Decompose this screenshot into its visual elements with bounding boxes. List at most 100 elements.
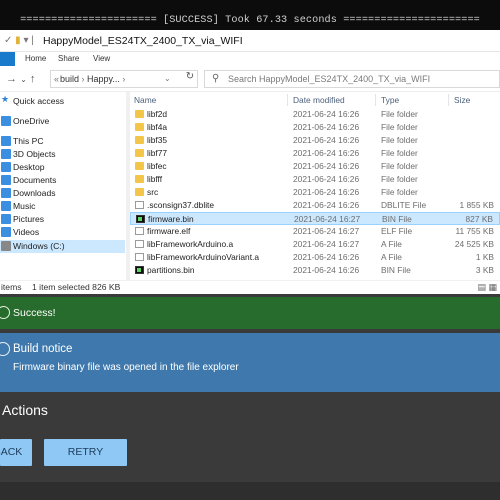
folder-icon	[135, 175, 144, 183]
nav-item[interactable]: OneDrive	[0, 115, 125, 128]
nav-item[interactable]: 3D Objects	[0, 148, 125, 161]
nav-item[interactable]: Desktop	[0, 161, 125, 174]
ribbon-tabs: Home Share View	[0, 52, 500, 66]
column-header-size[interactable]: Size	[454, 95, 470, 105]
check-icon[interactable]: ✓	[4, 35, 12, 46]
file-size: 1 KB	[475, 252, 494, 262]
drive-icon	[1, 241, 11, 251]
file-type: File folder	[381, 174, 418, 184]
breadcrumb-separator-icon: ›	[122, 74, 126, 84]
file-name: libFrameworkArduino.a	[147, 239, 234, 249]
folder-icon	[135, 123, 144, 131]
overflow-icon[interactable]: «	[54, 74, 59, 84]
back-button-label: BACK	[0, 446, 23, 458]
file-explorer-window: ✓ ▮ ▾ | HappyModel_ES24TX_2400_TX_via_WI…	[0, 30, 500, 294]
nav-item-label: Documents	[13, 175, 57, 185]
search-placeholder: Search HappyModel_ES24TX_2400_TX_via_WIF…	[228, 74, 431, 84]
explorer-titlebar: ✓ ▮ ▾ | HappyModel_ES24TX_2400_TX_via_WI…	[0, 30, 500, 52]
search-input[interactable]: ⚲ Search HappyModel_ES24TX_2400_TX_via_W…	[204, 70, 500, 88]
file-date: 2021-06-24 16:27	[294, 214, 361, 224]
file-name: libf4a	[147, 122, 168, 132]
quick-access-toolbar[interactable]: ✓ ▮ ▾ |	[4, 35, 34, 46]
build-result-line: ====================== [SUCCESS] Took 67…	[20, 15, 480, 26]
file-size: 24 525 KB	[454, 239, 494, 249]
folder-icon	[135, 149, 144, 157]
column-header-date[interactable]: Date modified	[293, 95, 345, 105]
nav-item[interactable]: ★ Quick access	[0, 94, 125, 108]
file-row[interactable]: libfec 2021-06-24 16:26 File folder	[130, 160, 500, 173]
file-size: 3 KB	[475, 265, 494, 275]
file-type: File folder	[381, 148, 418, 158]
nav-item[interactable]: Downloads	[0, 187, 125, 200]
file-row[interactable]: libf77 2021-06-24 16:26 File folder	[130, 147, 500, 160]
file-date: 2021-06-24 16:26	[293, 252, 360, 262]
file-row[interactable]: libf4a 2021-06-24 16:26 File folder	[130, 121, 500, 134]
column-header-name[interactable]: Name	[134, 95, 156, 105]
nav-item[interactable]: Videos	[0, 226, 125, 239]
tab-home[interactable]: Home	[25, 54, 46, 63]
address-bar[interactable]: « build › Happy... › ⌄	[50, 70, 198, 88]
chevron-down-icon[interactable]: ⌄	[20, 75, 27, 84]
column-divider[interactable]	[375, 94, 376, 106]
chevron-down-icon[interactable]: ▾	[23, 35, 28, 46]
file-row[interactable]: libfff 2021-06-24 16:26 File folder	[130, 173, 500, 186]
nav-item[interactable]: Pictures	[0, 213, 125, 226]
forward-icon[interactable]: →	[6, 73, 17, 85]
file-size: 11 755 KB	[455, 226, 495, 236]
file-row[interactable]: partitions.bin 2021-06-24 16:26 BIN File 3 …	[130, 264, 500, 277]
breadcrumb-build[interactable]: build	[60, 74, 79, 84]
success-check-icon	[0, 306, 10, 319]
file-row[interactable]: firmware.elf 2021-06-24 16:27 ELF File 11 7…	[130, 225, 500, 238]
nav-item[interactable]: Music	[0, 200, 125, 213]
nav-item-label: OneDrive	[13, 116, 50, 126]
file-name: partitions.bin	[147, 265, 195, 275]
pictures-icon	[1, 214, 11, 224]
folder-icon: ▮	[15, 35, 21, 46]
folder-icon	[135, 110, 144, 118]
notice-title: Build notice	[13, 343, 73, 355]
actions-heading: Actions	[2, 402, 48, 418]
file-date: 2021-06-24 16:26	[293, 122, 360, 132]
file-date: 2021-06-24 16:26	[293, 135, 360, 145]
nav-item-label: Desktop	[13, 162, 45, 172]
star-icon: ★	[1, 94, 10, 104]
nav-item-label: Windows (C:)	[13, 241, 65, 251]
navigation-buttons[interactable]: → ⌄ ↑	[6, 73, 35, 85]
column-divider[interactable]	[287, 94, 288, 106]
file-tab[interactable]	[0, 52, 15, 66]
success-message: Success!	[13, 307, 56, 319]
tab-view[interactable]: View	[93, 54, 110, 63]
history-dropdown-icon[interactable]: ⌄	[164, 74, 171, 83]
nav-item-label: Downloads	[13, 188, 56, 198]
nav-item[interactable]: Documents	[0, 174, 125, 187]
up-icon[interactable]: ↑	[30, 73, 36, 85]
file-date: 2021-06-24 16:26	[293, 174, 360, 184]
nav-item[interactable]: Windows (C:)	[0, 240, 125, 253]
videos-icon	[1, 227, 11, 237]
file-row[interactable]: libFrameworkArduinoVariant.a 2021-06-24 1…	[130, 251, 500, 264]
file-date: 2021-06-24 16:27	[293, 226, 360, 236]
retry-button[interactable]: RETRY	[44, 439, 127, 466]
view-toggle-icons[interactable]: ▤ ▦	[477, 282, 497, 293]
refresh-icon[interactable]: ↻	[182, 71, 198, 87]
tab-share[interactable]: Share	[58, 54, 79, 63]
back-button[interactable]: BACK	[0, 439, 32, 466]
column-divider[interactable]	[448, 94, 449, 106]
column-header-type[interactable]: Type	[381, 95, 399, 105]
file-row[interactable]: src 2021-06-24 16:26 File folder	[130, 186, 500, 199]
breadcrumb-current[interactable]: Happy...	[87, 74, 120, 84]
nav-item[interactable]: This PC	[0, 135, 125, 148]
file-row[interactable]: libf35 2021-06-24 16:26 File folder	[130, 134, 500, 147]
download-icon	[1, 188, 11, 198]
file-date: 2021-06-24 16:26	[293, 109, 360, 119]
file-row[interactable]: libFrameworkArduino.a 2021-06-24 16:27 A F…	[130, 238, 500, 251]
folder-icon	[135, 136, 144, 144]
file-row[interactable]: libf2d 2021-06-24 16:26 File folder	[130, 108, 500, 121]
file-row[interactable]: .sconsign37.dblite 2021-06-24 16:26 DBLITE…	[130, 199, 500, 212]
file-type: File folder	[381, 161, 418, 171]
file-row[interactable]: firmware.bin 2021-06-24 16:27 BIN File 827 …	[130, 212, 500, 225]
nav-item-label: This PC	[13, 136, 44, 146]
documents-icon	[1, 175, 11, 185]
file-name: firmware.bin	[148, 214, 194, 224]
file-list: Name Date modified Type Size libf2d 2021-…	[130, 92, 500, 280]
